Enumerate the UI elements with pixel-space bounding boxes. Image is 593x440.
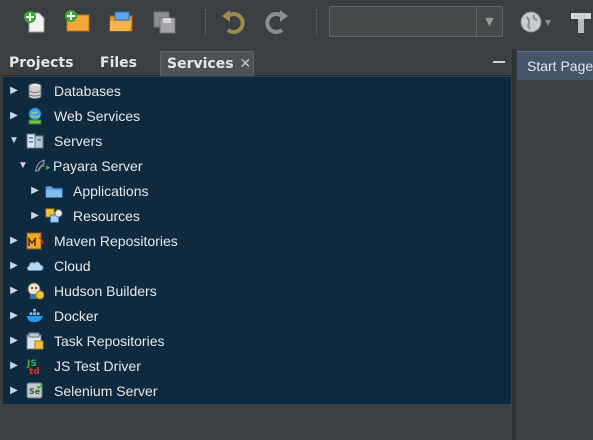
panel-tabbar: Projects Files Services ✕ — [0, 49, 513, 76]
hudson-icon — [26, 282, 44, 300]
collapse-arrow-icon[interactable]: ▼ — [17, 160, 29, 171]
expand-arrow-icon[interactable]: ▶ — [8, 235, 20, 246]
tab-label: Projects — [9, 55, 74, 71]
tree-item-label: Selenium Server — [54, 382, 158, 399]
tree-item-label: JS Test Driver — [54, 357, 141, 374]
expand-arrow-icon[interactable]: ▶ — [8, 110, 20, 121]
expand-arrow-icon[interactable]: ▶ — [8, 385, 20, 396]
tab-label: Services — [167, 56, 234, 72]
tree-item-label: Payara Server — [53, 157, 143, 174]
tree-item-label: Maven Repositories — [54, 232, 178, 249]
collapse-arrow-icon[interactable]: ▼ — [8, 135, 20, 146]
expand-arrow-icon[interactable]: ▶ — [8, 360, 20, 371]
hammer-icon — [570, 13, 591, 33]
expand-arrow-icon[interactable]: ▶ — [29, 210, 41, 221]
cloud-icon — [26, 257, 44, 275]
selenium-icon: Se — [26, 382, 44, 400]
task-repo-icon — [26, 332, 44, 350]
resources-icon — [45, 207, 63, 225]
editor-tab-start-page[interactable]: Start Page — [517, 51, 593, 80]
tree-item-label: Web Services — [54, 107, 141, 124]
payara-icon — [33, 157, 51, 175]
docker-icon — [26, 307, 44, 325]
redo-button[interactable] — [262, 7, 292, 37]
tree-item-maven-repositories[interactable]: ▶ Maven Repositories — [8, 228, 178, 253]
new-project-icon — [65, 10, 90, 32]
tab-projects[interactable]: Projects — [3, 51, 93, 76]
tree-item-label: Resources — [73, 207, 140, 224]
database-icon — [26, 82, 44, 100]
tree-item-label: Hudson Builders — [54, 282, 157, 299]
new-file-icon — [24, 11, 45, 33]
tree-item-hudson-builders[interactable]: ▶ Hudson Builders — [8, 278, 157, 303]
tree-item-payara-server[interactable]: ▼ Payara Server — [17, 153, 142, 178]
svg-text:td: td — [29, 367, 40, 375]
save-all-icon — [153, 11, 176, 34]
expand-arrow-icon[interactable]: ▶ — [8, 260, 20, 271]
main-toolbar: ▼ ▼ — [0, 0, 593, 46]
tree-item-selenium-server[interactable]: ▶ Se Selenium Server — [8, 378, 158, 403]
servers-icon — [26, 132, 44, 150]
tree-item-docker[interactable]: ▶ Docker — [8, 303, 98, 328]
expand-arrow-icon[interactable]: ▶ — [29, 185, 41, 196]
save-all-button[interactable] — [150, 7, 180, 37]
tab-services[interactable]: Services ✕ — [160, 51, 254, 76]
redo-icon — [265, 10, 288, 34]
tree-item-label: Task Repositories — [54, 332, 165, 349]
new-project-button[interactable] — [62, 7, 92, 37]
tree-item-label: Databases — [54, 82, 121, 99]
chevron-down-icon[interactable]: ▼ — [476, 7, 502, 36]
expand-arrow-icon[interactable]: ▶ — [8, 335, 20, 346]
new-file-button[interactable] — [20, 7, 50, 37]
tree-item-label: Docker — [54, 307, 99, 324]
toolbar-separator — [205, 9, 207, 35]
tree-item-applications[interactable]: ▶ Applications — [29, 178, 149, 203]
tree-item-cloud[interactable]: ▶ Cloud — [8, 253, 91, 278]
tree-item-label: Cloud — [54, 257, 91, 274]
minimize-icon[interactable] — [493, 61, 505, 63]
tree-item-label: Applications — [73, 182, 149, 199]
undo-button[interactable] — [218, 7, 248, 37]
toolbar-separator — [316, 9, 318, 35]
folder-icon — [45, 182, 63, 200]
tab-files[interactable]: Files — [94, 51, 158, 76]
expand-arrow-icon[interactable]: ▶ — [8, 85, 20, 96]
tree-item-databases[interactable]: ▶ Databases — [8, 78, 121, 103]
tree-item-label: Servers — [54, 132, 103, 149]
tree-item-web-services[interactable]: ▶ Web Services — [8, 103, 140, 128]
build-button[interactable] — [566, 7, 593, 37]
expand-arrow-icon[interactable]: ▶ — [8, 285, 20, 296]
expand-arrow-icon[interactable]: ▶ — [8, 310, 20, 321]
maven-icon — [26, 232, 44, 250]
run-dropdown-button[interactable]: ▼ — [540, 7, 556, 37]
tree-item-resources[interactable]: ▶ Resources — [29, 203, 140, 228]
web-services-icon — [26, 107, 44, 125]
open-project-icon — [109, 11, 133, 32]
services-tree: ▶ Databases ▶ Web Services ▼ Servers ▼ P… — [3, 77, 511, 404]
open-project-button[interactable] — [106, 7, 136, 37]
editor-area: Start Page — [516, 49, 593, 440]
configuration-combo[interactable]: ▼ — [329, 6, 503, 37]
tab-label: Files — [100, 55, 137, 71]
editor-tab-label: Start Page — [527, 58, 593, 74]
js-test-driver-icon: JS td — [26, 357, 44, 375]
undo-icon — [222, 10, 245, 34]
services-panel: Projects Files Services ✕ ▶ Databases ▶ W… — [0, 49, 513, 440]
tree-item-js-test-driver[interactable]: ▶ JS td JS Test Driver — [8, 353, 141, 378]
chevron-down-icon: ▼ — [544, 17, 552, 27]
tree-item-task-repositories[interactable]: ▶ Task Repositories — [8, 328, 165, 353]
tree-item-servers[interactable]: ▼ Servers — [8, 128, 102, 153]
close-icon[interactable]: ✕ — [240, 52, 252, 77]
